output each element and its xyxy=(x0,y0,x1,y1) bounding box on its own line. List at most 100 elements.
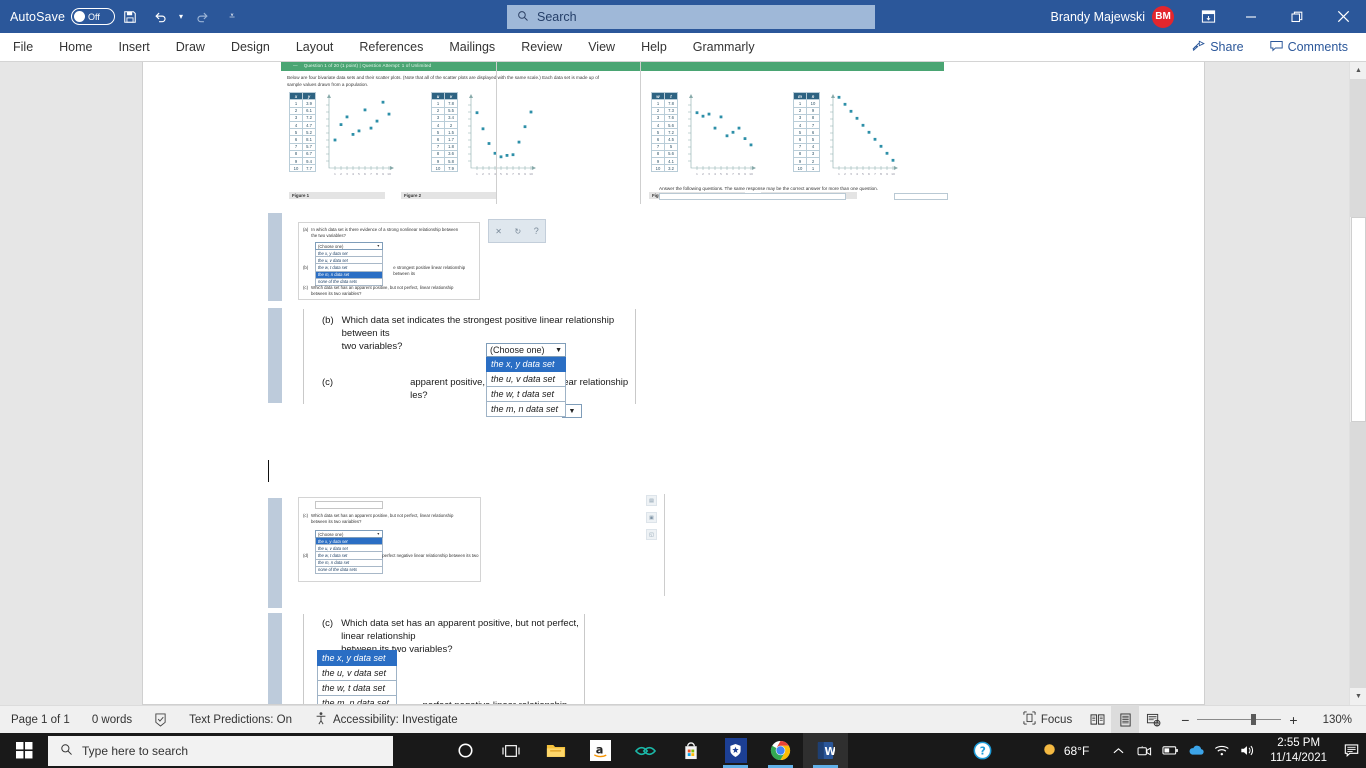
tab-draw[interactable]: Draw xyxy=(163,33,218,62)
dropdown-c-option[interactable]: the w, t data set xyxy=(317,681,397,696)
tab-file[interactable]: File xyxy=(0,33,46,62)
tab-design[interactable]: Design xyxy=(218,33,283,62)
dropdown-c-option[interactable]: the u, v data set xyxy=(317,666,397,681)
tab-mailings[interactable]: Mailings xyxy=(436,33,508,62)
taskbar-clock[interactable]: 2:55 PM 11/14/2021 xyxy=(1261,736,1336,765)
dropdown-c2-option[interactable]: the u, v data set xyxy=(315,545,383,553)
share-button[interactable]: Share xyxy=(1182,36,1253,59)
tab-view[interactable]: View xyxy=(575,33,628,62)
dropdown-c2-option[interactable]: the m, n data set xyxy=(315,559,383,567)
undo-dropdown-icon[interactable]: ▾ xyxy=(175,3,187,31)
dropdown-c2-selected[interactable]: (Choose one) ▼ xyxy=(315,530,383,538)
save-icon[interactable] xyxy=(115,3,145,31)
task-view-icon[interactable] xyxy=(488,733,533,768)
screenshot-inset-questions-small-2[interactable]: (c) Which data set has an apparent posit… xyxy=(298,497,481,582)
tab-references[interactable]: References xyxy=(346,33,436,62)
avatar[interactable]: BM xyxy=(1152,5,1174,28)
tab-insert[interactable]: Insert xyxy=(106,33,163,62)
search-input[interactable]: Search xyxy=(537,10,577,24)
scroll-thumb[interactable] xyxy=(1351,217,1366,422)
dropdown-a-option[interactable]: the x, y data set xyxy=(315,250,383,258)
help-circle-icon[interactable]: ? xyxy=(966,733,1000,768)
tab-home[interactable]: Home xyxy=(46,33,105,62)
screenshot-inset-questions-small[interactable]: (a) In which data set is there evidence … xyxy=(298,222,480,300)
picture-icon[interactable]: ▣ xyxy=(646,512,657,523)
dropdown-c2-option-selected[interactable]: the x, y data set xyxy=(315,538,383,546)
word-count[interactable]: 0 words xyxy=(81,714,143,726)
dropdown-b-option[interactable]: the u, v data set xyxy=(486,372,566,387)
dropdown-a-selected[interactable]: (Choose one) ▼ xyxy=(315,242,383,250)
dropdown-c2-option[interactable]: none of the data sets xyxy=(315,566,383,574)
refresh-icon[interactable]: ↻ xyxy=(514,227,521,236)
dropdown-c2[interactable]: (Choose one) ▼ the x, y data set the u, … xyxy=(315,530,383,574)
tab-help[interactable]: Help xyxy=(628,33,680,62)
dropdown-c-option-highlighted[interactable]: the x, y data set xyxy=(317,650,397,666)
amazon-icon[interactable]: a xyxy=(578,733,623,768)
battery-icon[interactable] xyxy=(1157,733,1183,768)
text-predictions[interactable]: Text Predictions: On xyxy=(178,714,303,726)
dropdown-b-option[interactable]: the w, t data set xyxy=(486,387,566,402)
dropdown-c-big[interactable]: the x, y data set the u, v data set the … xyxy=(317,650,397,704)
vertical-scrollbar[interactable]: ▲ ▼ xyxy=(1349,62,1366,705)
image-selection-bar-1[interactable] xyxy=(268,213,282,301)
layout-options-icon[interactable]: ▤ xyxy=(646,495,657,506)
windows-start-icon[interactable] xyxy=(0,733,48,768)
meet-now-icon[interactable] xyxy=(1131,733,1157,768)
image-selection-bar-2[interactable] xyxy=(268,308,282,403)
scroll-down-icon[interactable]: ▼ xyxy=(1350,688,1366,705)
image-selection-bar-4[interactable] xyxy=(268,613,282,704)
focus-button[interactable]: Focus xyxy=(1012,711,1083,728)
customize-quick-access-icon[interactable]: ⩡ xyxy=(217,3,247,31)
dropdown-a-option[interactable]: the u, v data set xyxy=(315,257,383,265)
answer-field-1[interactable] xyxy=(659,193,846,200)
scroll-track-top[interactable] xyxy=(1350,79,1366,217)
restore-button[interactable] xyxy=(1274,0,1320,33)
accessibility-status[interactable]: Accessibility: Investigate xyxy=(303,711,469,728)
close-icon[interactable]: ✕ xyxy=(495,227,502,236)
read-mode-icon[interactable] xyxy=(1083,706,1111,734)
picture-side-icons[interactable]: ▤ ▣ ◱ xyxy=(646,495,657,540)
zoom-handle[interactable] xyxy=(1251,714,1257,725)
undo-icon[interactable] xyxy=(145,3,175,31)
zoom-level[interactable]: 130% xyxy=(1312,714,1366,726)
screenshot-inset-question-b[interactable]: (b) Which data set indicates the stronge… xyxy=(303,309,636,418)
help-icon[interactable]: ? xyxy=(534,226,539,236)
proofing-icon[interactable] xyxy=(143,713,178,727)
document-workspace[interactable]: — Question 1 of 20 (1 point) | Question A… xyxy=(0,62,1366,705)
dropdown-a[interactable]: (Choose one) ▼ the x, y data set the u, … xyxy=(315,242,383,286)
page-info[interactable]: Page 1 of 1 xyxy=(0,714,81,726)
zoom-in-button[interactable]: + xyxy=(1281,712,1305,728)
security-icon[interactable] xyxy=(713,733,758,768)
screenshot-inset-answer-note[interactable]: Answer the following questions. The same… xyxy=(653,182,948,204)
tab-grammarly[interactable]: Grammarly xyxy=(680,33,768,62)
comments-button[interactable]: Comments xyxy=(1260,36,1358,59)
volume-icon[interactable] xyxy=(1235,733,1261,768)
chrome-icon[interactable] xyxy=(758,733,803,768)
screenshot-inset-question-c[interactable]: (c) Which data set has an apparent posit… xyxy=(303,614,585,704)
web-layout-icon[interactable] xyxy=(1139,706,1167,734)
onedrive-icon[interactable] xyxy=(1183,733,1209,768)
zoom-track[interactable] xyxy=(1197,714,1282,725)
office-icon[interactable] xyxy=(623,733,668,768)
zoom-slider[interactable]: − + xyxy=(1167,712,1311,728)
user-name[interactable]: Brandy Majewski xyxy=(1051,10,1145,24)
notifications-icon[interactable] xyxy=(1336,733,1366,768)
search-box[interactable]: Search xyxy=(507,5,875,29)
microsoft-store-icon[interactable] xyxy=(668,733,713,768)
scroll-track-bottom[interactable] xyxy=(1350,422,1366,688)
taskbar-search-box[interactable]: Type here to search xyxy=(48,735,393,766)
autosave-toggle[interactable]: Off xyxy=(71,8,116,25)
tab-layout[interactable]: Layout xyxy=(283,33,347,62)
answer-field-2[interactable] xyxy=(893,193,948,200)
document-page[interactable]: — Question 1 of 20 (1 point) | Question A… xyxy=(143,62,1204,704)
taskbar-search-input[interactable]: Type here to search xyxy=(82,744,188,758)
tab-review[interactable]: Review xyxy=(508,33,575,62)
dropdown-b-selected[interactable]: (Choose one) ▼ xyxy=(486,343,566,357)
minimize-button[interactable] xyxy=(1228,0,1274,33)
close-button[interactable] xyxy=(1320,0,1366,33)
print-layout-icon[interactable] xyxy=(1111,705,1140,734)
weather-widget[interactable]: 68°F xyxy=(1034,742,1097,760)
word-icon[interactable]: W xyxy=(803,733,848,768)
image-selection-bar-3[interactable] xyxy=(268,498,282,608)
scroll-up-icon[interactable]: ▲ xyxy=(1350,62,1366,79)
